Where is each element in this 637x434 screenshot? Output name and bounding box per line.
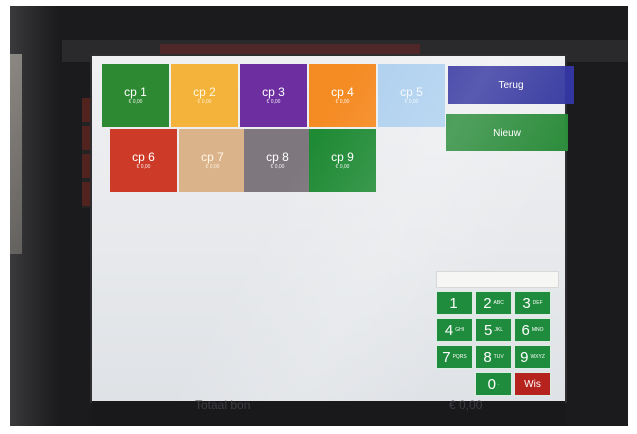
- monitor-bottom-bezel: [92, 401, 565, 426]
- key-4[interactable]: 4 GHI: [437, 319, 472, 341]
- new-button[interactable]: Nieuw: [446, 114, 568, 151]
- tile-cp-6[interactable]: cp 6 € 0,00: [110, 129, 177, 192]
- back-button[interactable]: Terug: [448, 66, 574, 104]
- back-button-label: Terug: [498, 80, 524, 91]
- tile-cp-3[interactable]: cp 3 € 0,00: [240, 64, 307, 127]
- clear-button[interactable]: Wis: [515, 373, 550, 395]
- key-letters: TUV: [493, 354, 504, 360]
- tile-name: cp 5: [400, 84, 423, 99]
- tile-price: € 0,00: [197, 98, 212, 105]
- key-3[interactable]: 3 DEF: [515, 292, 550, 314]
- key-letters: WXYZ: [530, 354, 545, 360]
- receipt-total-label: Totaal bon: [195, 398, 251, 412]
- key-9[interactable]: 9 WXYZ: [515, 346, 550, 368]
- keypad-display: [436, 271, 559, 288]
- key-5[interactable]: 5 JKL: [476, 319, 511, 341]
- key-letters: .: [497, 381, 500, 387]
- clear-button-label: Wis: [524, 378, 541, 390]
- receipt-total-value: € 0,00: [449, 398, 483, 412]
- tile-cp-5[interactable]: cp 5 € 0,00: [378, 64, 445, 127]
- key-0[interactable]: 0 .: [476, 373, 511, 395]
- key-digit: 6: [521, 321, 530, 339]
- key-digit: 7: [442, 348, 451, 366]
- tile-cp-7[interactable]: cp 7 € 0,00: [179, 129, 246, 192]
- tile-cp-4[interactable]: cp 4 € 0,00: [309, 64, 376, 127]
- key-letters: DEF: [532, 300, 543, 306]
- key-2[interactable]: 2 ABC: [476, 292, 511, 314]
- background-light: [10, 54, 22, 254]
- key-7[interactable]: 7 PQRS: [437, 346, 472, 368]
- tile-name: cp 3: [262, 84, 285, 99]
- key-letters: JKL: [494, 327, 503, 333]
- key-digit: 4: [444, 321, 454, 339]
- key-8[interactable]: 8 TUV: [476, 346, 511, 368]
- key-1[interactable]: 1: [437, 292, 472, 314]
- tile-cp-9[interactable]: cp 9 € 0,00: [309, 129, 376, 192]
- key-letters: ABC: [493, 300, 504, 306]
- key-letters: MNO: [531, 327, 544, 333]
- tile-price: € 0,00: [128, 98, 143, 105]
- tile-cp-1[interactable]: cp 1 € 0,00: [102, 64, 169, 127]
- tile-price: € 0,00: [205, 163, 220, 170]
- key-digit: 8: [483, 348, 492, 366]
- tile-price: € 0,00: [270, 163, 285, 170]
- tile-name: cp 4: [331, 84, 354, 99]
- tile-name: cp 7: [201, 149, 224, 164]
- key-letters: GHI: [455, 327, 465, 333]
- tile-cp-8[interactable]: cp 8 € 0,00: [244, 129, 311, 192]
- tile-name: cp 9: [331, 149, 354, 164]
- tile-price: € 0,00: [335, 163, 350, 170]
- tile-price: € 0,00: [404, 98, 419, 105]
- tile-name: cp 6: [132, 149, 155, 164]
- tile-name: cp 1: [124, 84, 147, 99]
- key-digit: 3: [522, 294, 531, 312]
- key-letters: PQRS: [452, 354, 467, 360]
- key-digit: 2: [483, 294, 492, 312]
- tile-price: € 0,00: [136, 163, 151, 170]
- key-6[interactable]: 6 MNO: [515, 319, 550, 341]
- key-digit: 5: [484, 321, 493, 339]
- tile-name: cp 8: [266, 149, 289, 164]
- key-digit: 9: [520, 348, 529, 366]
- key-digit: 0: [487, 375, 496, 393]
- key-digit: 1: [449, 294, 458, 312]
- tile-price: € 0,00: [335, 98, 350, 105]
- tile-cp-2[interactable]: cp 2 € 0,00: [171, 64, 238, 127]
- tile-name: cp 2: [193, 84, 216, 99]
- tile-price: € 0,00: [266, 98, 281, 105]
- new-button-label: Nieuw: [493, 128, 521, 139]
